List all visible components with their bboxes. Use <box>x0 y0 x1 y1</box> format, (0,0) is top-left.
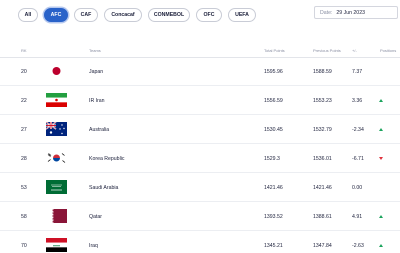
date-value: 29 Jun 2023 <box>336 9 365 16</box>
change-cell: 7.37 <box>352 69 363 75</box>
table-row[interactable]: 22 IR Iran 1556.59 1553.23 3.36 <box>0 87 400 115</box>
change-cell: -6.71 <box>352 156 364 162</box>
iran-flag-icon <box>46 93 67 107</box>
position-up-icon <box>379 244 383 247</box>
total-points-cell: 1556.59 <box>264 98 283 104</box>
tab-conmebol[interactable]: CONMEBOL <box>148 7 190 22</box>
position-up-icon <box>379 128 383 131</box>
date-label: Date: <box>320 9 333 16</box>
table-row[interactable]: 70 Iraq 1345.21 1347.84 -2.63 <box>0 232 400 253</box>
team-name[interactable]: Qatar <box>89 214 102 220</box>
previous-points-cell: 1553.23 <box>313 98 332 104</box>
rank-cell: 53 <box>21 185 27 191</box>
change-cell: 0.00 <box>352 185 363 191</box>
iraq-flag-icon <box>46 238 67 252</box>
column-teams[interactable]: Teams <box>89 48 101 53</box>
total-points-cell: 1345.21 <box>264 243 283 249</box>
total-points-cell: 1595.96 <box>264 69 283 75</box>
table-row[interactable]: 20 Japan 1595.96 1588.59 7.37 <box>0 58 400 86</box>
tab-concacaf[interactable]: Concacaf <box>104 7 142 22</box>
australia-flag-icon <box>46 122 67 136</box>
rank-cell: 22 <box>21 98 27 104</box>
team-name[interactable]: Australia <box>89 127 109 133</box>
column-positions[interactable]: Positions <box>380 48 396 53</box>
table-row[interactable]: 28 Korea Republic 1529.3 1536.01 -6.71 <box>0 145 400 173</box>
team-name[interactable]: Saudi Arabia <box>89 185 118 191</box>
korea-flag-icon <box>46 151 67 165</box>
table-row[interactable]: 58 Qatar 1393.52 1388.61 4.91 <box>0 203 400 231</box>
table-row[interactable]: 27 Australia 1530.45 1532.79 -2.34 <box>0 116 400 144</box>
change-cell: 3.36 <box>352 98 363 104</box>
previous-points-cell: 1532.79 <box>313 127 332 133</box>
change-cell: -2.34 <box>352 127 364 133</box>
total-points-cell: 1393.52 <box>264 214 283 220</box>
tab-all[interactable]: All <box>18 7 38 22</box>
confederation-tabs: All AFC CAF Concacaf CONMEBOL OFC UEFA <box>18 7 256 22</box>
total-points-cell: 1529.3 <box>264 156 280 162</box>
column-rk[interactable]: RK <box>21 48 27 53</box>
position-up-icon <box>379 99 383 102</box>
rank-cell: 28 <box>21 156 27 162</box>
total-points-cell: 1530.45 <box>264 127 283 133</box>
rank-cell: 27 <box>21 127 27 133</box>
position-up-icon <box>379 215 383 218</box>
change-cell: -2.63 <box>352 243 364 249</box>
tab-uefa[interactable]: UEFA <box>228 7 256 22</box>
confederation-filter-bar: All AFC CAF Concacaf CONMEBOL OFC UEFA D… <box>0 0 400 29</box>
tab-ofc[interactable]: OFC <box>196 7 222 22</box>
total-points-cell: 1421.46 <box>264 185 283 191</box>
rank-cell: 58 <box>21 214 27 220</box>
previous-points-cell: 1388.61 <box>313 214 332 220</box>
previous-points-cell: 1421.46 <box>313 185 332 191</box>
tab-afc[interactable]: AFC <box>44 7 68 22</box>
table-row[interactable]: 53 Saudi Arabia 1421.46 1421.46 0.00 <box>0 174 400 202</box>
rank-cell: 20 <box>21 69 27 75</box>
japan-flag-icon <box>46 64 67 78</box>
position-down-icon <box>379 157 383 160</box>
change-cell: 4.91 <box>352 214 363 220</box>
table-header: RK Teams Total Points Previous Points +/… <box>0 45 400 57</box>
team-name[interactable]: IR Iran <box>89 98 105 104</box>
rank-cell: 70 <box>21 243 27 249</box>
team-name[interactable]: Japan <box>89 69 103 75</box>
column-change[interactable]: +/- <box>352 48 357 53</box>
previous-points-cell: 1347.84 <box>313 243 332 249</box>
team-name[interactable]: Iraq <box>89 243 98 249</box>
column-previous-points[interactable]: Previous Points <box>313 48 341 53</box>
saudi-flag-icon <box>46 180 67 194</box>
date-selector[interactable]: Date: 29 Jun 2023 <box>314 6 398 19</box>
tab-caf[interactable]: CAF <box>74 7 98 22</box>
previous-points-cell: 1588.59 <box>313 69 332 75</box>
qatar-flag-icon <box>46 209 67 223</box>
previous-points-cell: 1536.01 <box>313 156 332 162</box>
team-name[interactable]: Korea Republic <box>89 156 124 162</box>
column-total-points[interactable]: Total Points <box>264 48 285 53</box>
